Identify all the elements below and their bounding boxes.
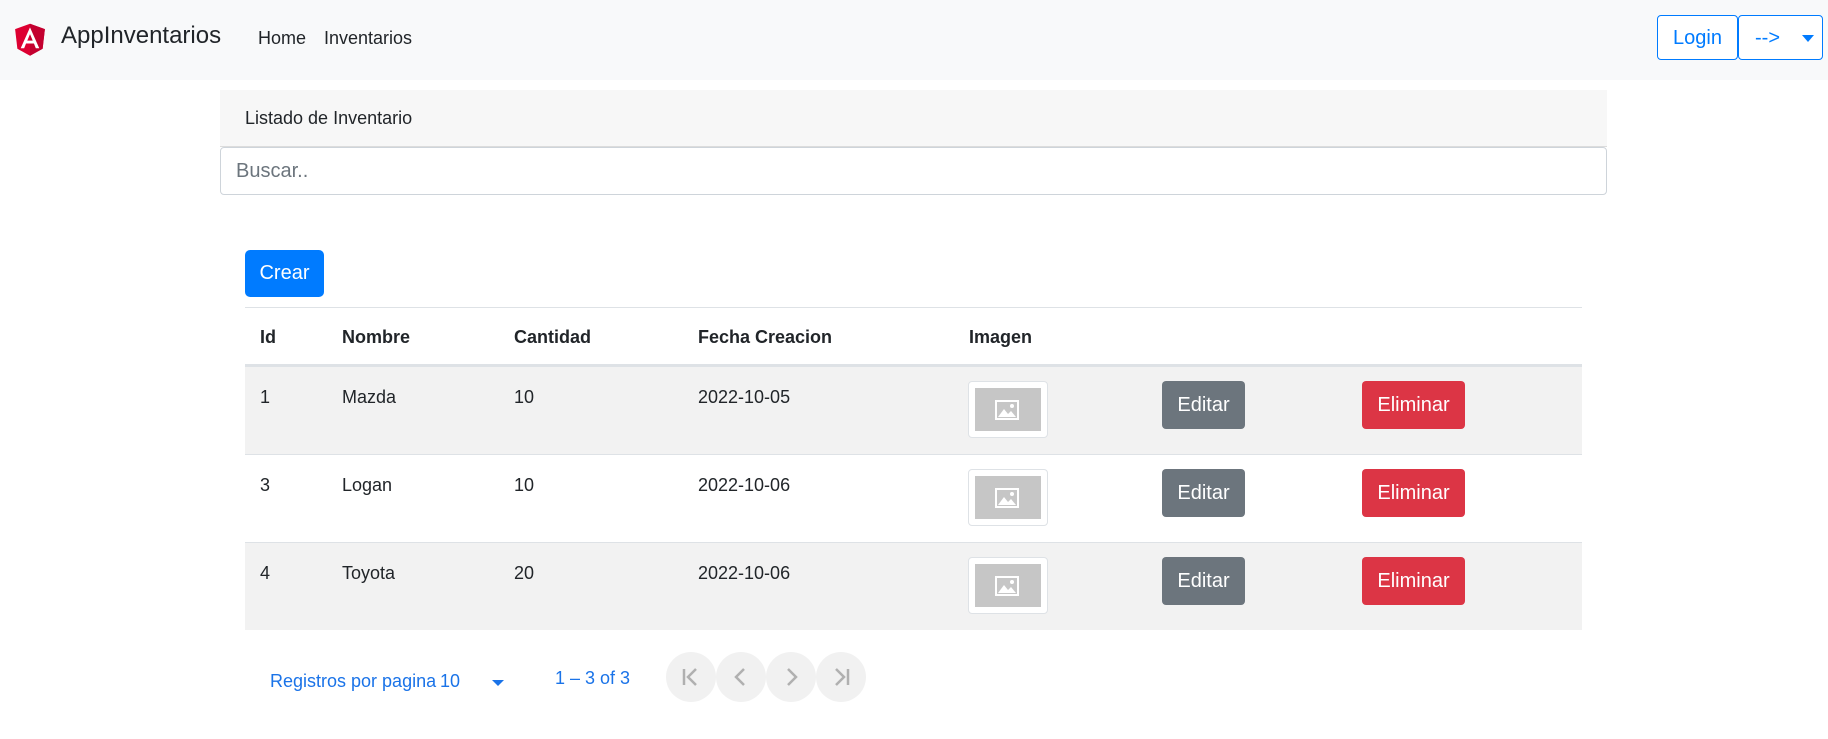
table-header: Id Nombre Cantidad Fecha Creacion Imagen — [245, 307, 1582, 366]
cell-id: 1 — [260, 387, 271, 407]
image-icon — [995, 576, 1019, 596]
crear-button[interactable]: Crear — [245, 250, 324, 297]
last-page-button[interactable] — [816, 652, 866, 702]
cell-fecha: 2022-10-06 — [698, 563, 791, 583]
table-row: 3 Logan 10 2022-10-06 Editar Eliminar — [245, 454, 1582, 542]
card-title: Listado de Inventario — [245, 108, 413, 128]
chevron-left-icon — [734, 668, 745, 686]
column-header-nombre: Nombre — [342, 327, 411, 347]
cell-id: 3 — [260, 475, 271, 495]
eliminar-button[interactable]: Eliminar — [1362, 557, 1465, 605]
image-thumbnail — [968, 557, 1048, 614]
previous-page-button[interactable] — [716, 652, 766, 702]
items-per-page-select[interactable]: 10 — [440, 671, 512, 695]
navbar: AppInventarios Home Inventarios Login --… — [0, 0, 1828, 80]
nav-link-inventarios[interactable]: Inventarios — [324, 28, 412, 49]
dropdown-label: --> — [1755, 27, 1780, 49]
cell-fecha: 2022-10-06 — [698, 475, 791, 495]
items-per-page-label: Registros por pagina — [270, 671, 437, 691]
brand-title[interactable]: AppInventarios — [61, 22, 221, 50]
chevron-down-icon — [492, 680, 504, 686]
editar-button[interactable]: Editar — [1162, 469, 1245, 517]
first-page-button[interactable] — [666, 652, 716, 702]
chevron-right-icon — [787, 668, 798, 686]
column-header-id: Id — [260, 327, 276, 347]
items-per-page-value: 10 — [440, 671, 461, 691]
page-range-label: 1 – 3 of 3 — [555, 668, 631, 688]
cell-cantidad: 20 — [514, 563, 535, 583]
editar-button[interactable]: Editar — [1162, 381, 1245, 429]
first-page-icon — [682, 668, 697, 686]
angular-logo-icon[interactable] — [10, 18, 50, 60]
cell-nombre: Mazda — [342, 387, 397, 407]
cell-cantidad: 10 — [514, 475, 535, 495]
cell-cantidad: 10 — [514, 387, 535, 407]
image-icon — [995, 400, 1019, 420]
cell-fecha: 2022-10-05 — [698, 387, 791, 407]
cell-nombre: Logan — [342, 475, 393, 495]
last-page-icon — [835, 668, 850, 686]
image-icon — [995, 488, 1019, 508]
image-thumbnail — [968, 381, 1048, 438]
column-header-cantidad: Cantidad — [514, 327, 592, 347]
cell-id: 4 — [260, 563, 271, 583]
editar-button[interactable]: Editar — [1162, 557, 1245, 605]
nav-link-home[interactable]: Home — [258, 28, 306, 49]
login-button[interactable]: Login — [1657, 15, 1738, 60]
search-input[interactable] — [220, 147, 1607, 195]
table-row: 1 Mazda 10 2022-10-05 Editar Eliminar — [245, 366, 1582, 454]
column-header-fecha: Fecha Creacion — [698, 327, 833, 347]
eliminar-button[interactable]: Eliminar — [1362, 469, 1465, 517]
image-thumbnail — [968, 469, 1048, 526]
column-header-imagen: Imagen — [969, 327, 1033, 347]
next-page-button[interactable] — [766, 652, 816, 702]
menu-dropdown-button[interactable]: --> — [1738, 15, 1823, 60]
eliminar-button[interactable]: Eliminar — [1362, 381, 1465, 429]
card-header: Listado de Inventario — [220, 90, 1607, 147]
cell-nombre: Toyota — [342, 563, 396, 583]
table-row: 4 Toyota 20 2022-10-06 Editar Eliminar — [245, 542, 1582, 630]
caret-down-icon — [1802, 35, 1814, 42]
